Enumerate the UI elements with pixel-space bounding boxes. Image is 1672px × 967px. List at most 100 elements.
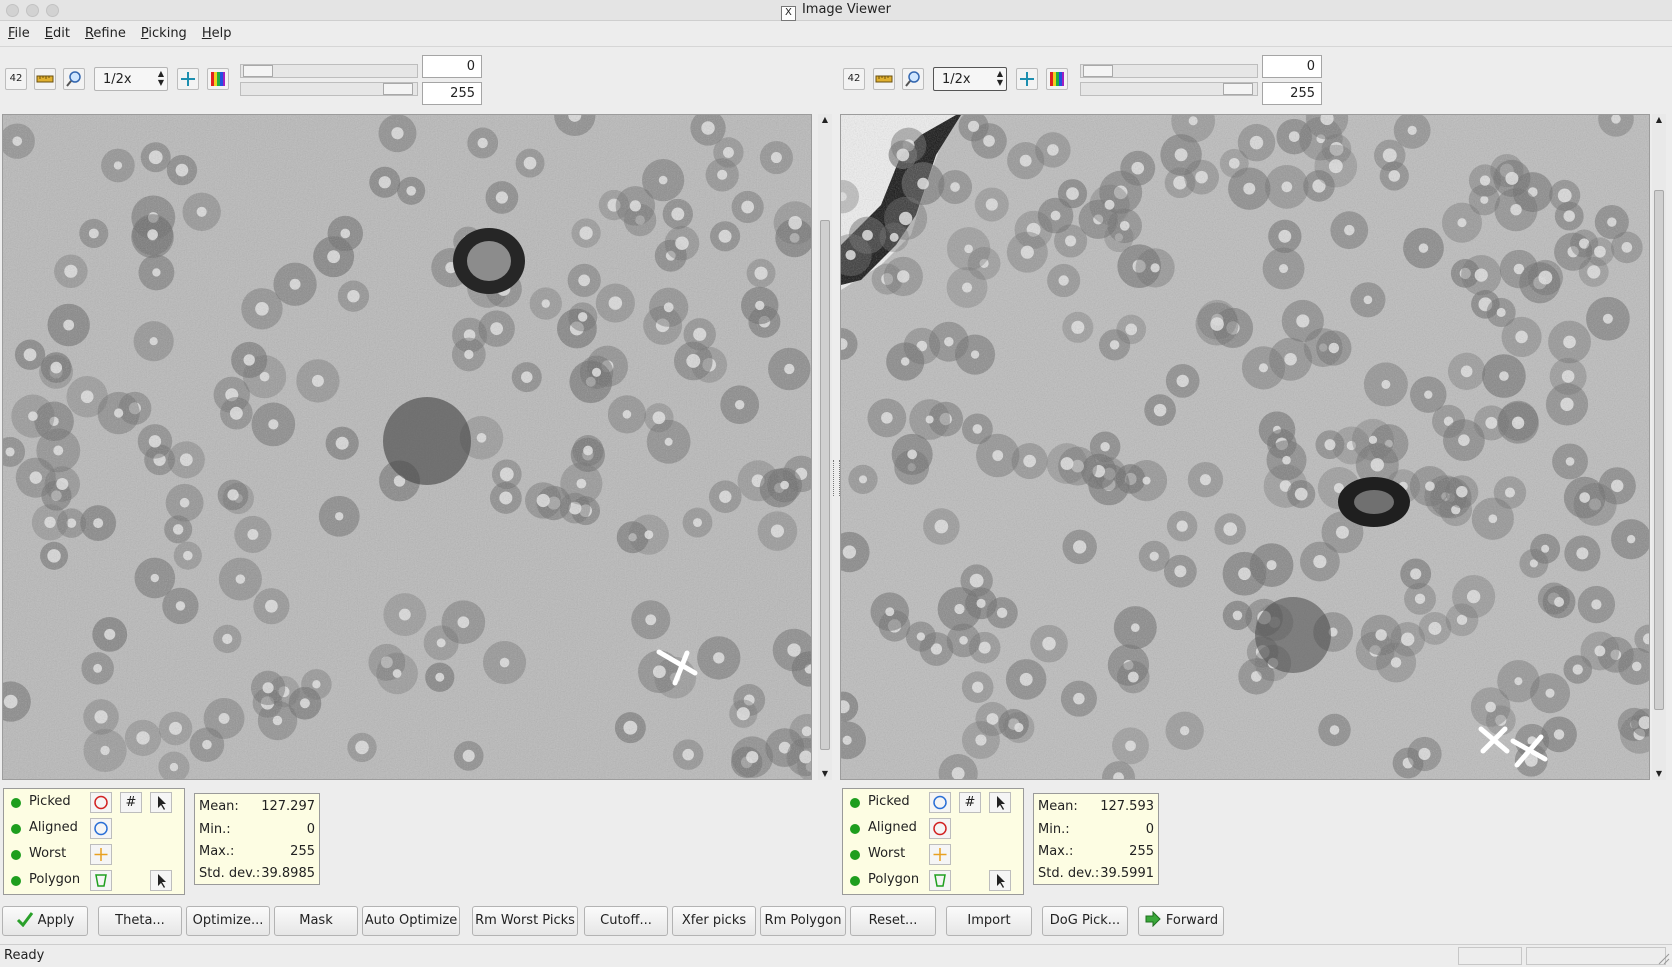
reset-button[interactable]: Reset... — [850, 906, 936, 936]
right-image-viewer[interactable] — [840, 114, 1650, 780]
scroll-down-icon[interactable]: ▼ — [818, 768, 832, 780]
apply-button-label: Apply — [37, 913, 75, 928]
right-min-input[interactable]: 0 — [1262, 55, 1322, 78]
menu-file[interactable]: File — [0, 22, 37, 46]
stat-value: 0 — [306, 822, 315, 837]
left-colormap-icon[interactable] — [207, 68, 229, 90]
scroll-up-icon[interactable]: ▲ — [1652, 114, 1666, 126]
legend-row-polygon[interactable]: Polygon — [4, 869, 184, 893]
right-id-button[interactable]: 42 — [843, 68, 865, 90]
green-polygon-icon[interactable] — [929, 870, 951, 891]
right-max-slider-knob[interactable] — [1223, 83, 1253, 95]
menu-picking[interactable]: Picking — [133, 22, 194, 46]
blue-circle-icon[interactable] — [929, 792, 951, 813]
legend-row-picked[interactable]: Picked # — [4, 791, 184, 815]
pointer-icon[interactable] — [989, 792, 1011, 813]
rm-worst-picks-button[interactable]: Rm Worst Picks — [472, 906, 578, 936]
left-id-button[interactable]: 42 — [5, 68, 27, 90]
close-window-icon[interactable] — [6, 4, 19, 17]
left-min-slider-knob[interactable] — [243, 65, 273, 77]
optimize-button[interactable]: Optimize... — [186, 906, 270, 936]
pointer-icon[interactable] — [150, 792, 172, 813]
right-zoom-select[interactable]: 1/2x ▲ ▼ — [933, 67, 1007, 91]
legend-label: Worst — [868, 846, 906, 861]
stat-std: Std. dev.: 39.8985 — [199, 863, 315, 885]
right-zoom-icon[interactable] — [902, 68, 924, 90]
pointer-icon[interactable] — [150, 870, 172, 891]
red-circle-icon[interactable] — [929, 818, 951, 839]
visibility-dot-icon[interactable] — [850, 876, 860, 886]
visibility-dot-icon[interactable] — [850, 850, 860, 860]
menu-edit[interactable]: Edit — [37, 22, 77, 46]
right-max-input[interactable]: 255 — [1262, 82, 1322, 105]
right-max-slider[interactable] — [1080, 82, 1258, 96]
red-circle-icon[interactable] — [90, 792, 112, 813]
left-min-slider[interactable] — [240, 64, 418, 78]
legend-row-aligned[interactable]: Aligned — [843, 817, 1023, 841]
menu-help[interactable]: Help — [194, 22, 239, 46]
visibility-dot-icon[interactable] — [11, 798, 21, 808]
green-polygon-icon[interactable] — [90, 870, 112, 891]
visibility-dot-icon[interactable] — [850, 798, 860, 808]
left-ruler-icon[interactable] — [34, 68, 56, 90]
right-scroll-thumb[interactable] — [1654, 190, 1664, 710]
left-vertical-scrollbar[interactable]: ▲ ▼ — [818, 114, 832, 780]
orange-cross-icon[interactable] — [90, 844, 112, 865]
visibility-dot-icon[interactable] — [11, 876, 21, 886]
legend-row-aligned[interactable]: Aligned — [4, 817, 184, 841]
orange-cross-icon[interactable] — [929, 844, 951, 865]
minimize-window-icon[interactable] — [26, 4, 39, 17]
right-min-slider[interactable] — [1080, 64, 1258, 78]
right-vertical-scrollbar[interactable]: ▲ ▼ — [1652, 114, 1666, 780]
xfer-picks-button[interactable]: Xfer picks — [672, 906, 756, 936]
stat-max: Max.: 255 — [199, 841, 315, 863]
visibility-dot-icon[interactable] — [850, 824, 860, 834]
right-min-slider-knob[interactable] — [1083, 65, 1113, 77]
status-cell — [1458, 947, 1522, 965]
left-scroll-thumb[interactable] — [820, 220, 830, 750]
import-button[interactable]: Import — [946, 906, 1032, 936]
left-max-input[interactable]: 255 — [422, 82, 482, 105]
menu-refine[interactable]: Refine — [77, 22, 133, 46]
rm-polygon-button[interactable]: Rm Polygon — [760, 906, 846, 936]
right-ruler-icon[interactable] — [873, 68, 895, 90]
pointer-icon[interactable] — [989, 870, 1011, 891]
resize-grip-icon[interactable] — [1656, 951, 1670, 965]
left-max-slider-knob[interactable] — [383, 83, 413, 95]
visibility-dot-icon[interactable] — [11, 850, 21, 860]
right-micrograph-image[interactable] — [841, 115, 1649, 779]
number-toggle-button[interactable]: # — [959, 792, 981, 813]
right-crosshair-icon[interactable] — [1016, 68, 1038, 90]
cutoff-button[interactable]: Cutoff... — [584, 906, 668, 936]
blue-circle-icon[interactable] — [90, 818, 112, 839]
left-crosshair-icon[interactable] — [177, 68, 199, 90]
legend-row-picked[interactable]: Picked # — [843, 791, 1023, 815]
visibility-dot-icon[interactable] — [11, 824, 21, 834]
split-handle[interactable] — [833, 460, 840, 496]
dog-pick-button[interactable]: DoG Pick... — [1042, 906, 1128, 936]
apply-button[interactable]: Apply — [2, 906, 88, 936]
left-zoom-icon[interactable] — [63, 68, 85, 90]
scroll-up-icon[interactable]: ▲ — [818, 114, 832, 126]
window-controls[interactable] — [6, 4, 66, 24]
left-zoom-select[interactable]: 1/2x ▲ ▼ — [94, 67, 168, 91]
mask-button[interactable]: Mask — [274, 906, 358, 936]
theta-button[interactable]: Theta... — [98, 906, 182, 936]
scroll-down-icon[interactable]: ▼ — [1652, 768, 1666, 780]
right-colormap-icon[interactable] — [1046, 68, 1068, 90]
legend-row-worst[interactable]: Worst — [4, 843, 184, 867]
spinner-arrows-icon[interactable]: ▲ ▼ — [158, 69, 164, 87]
legend-row-worst[interactable]: Worst — [843, 843, 1023, 867]
number-toggle-button[interactable]: # — [120, 792, 142, 813]
spinner-arrows-icon[interactable]: ▲ ▼ — [997, 69, 1003, 87]
legend-row-polygon[interactable]: Polygon — [843, 869, 1023, 893]
forward-button[interactable]: Forward — [1138, 906, 1224, 936]
maximize-window-icon[interactable] — [46, 4, 59, 17]
left-min-input[interactable]: 0 — [422, 55, 482, 78]
auto-optimize-button[interactable]: Auto Optimize — [362, 906, 460, 936]
left-legend-panel: Picked # Aligned Worst Polygon — [3, 788, 185, 895]
stat-label: Mean: — [199, 799, 239, 814]
left-max-slider[interactable] — [240, 82, 418, 96]
left-image-viewer[interactable] — [2, 114, 812, 780]
left-micrograph-image[interactable] — [3, 115, 811, 779]
